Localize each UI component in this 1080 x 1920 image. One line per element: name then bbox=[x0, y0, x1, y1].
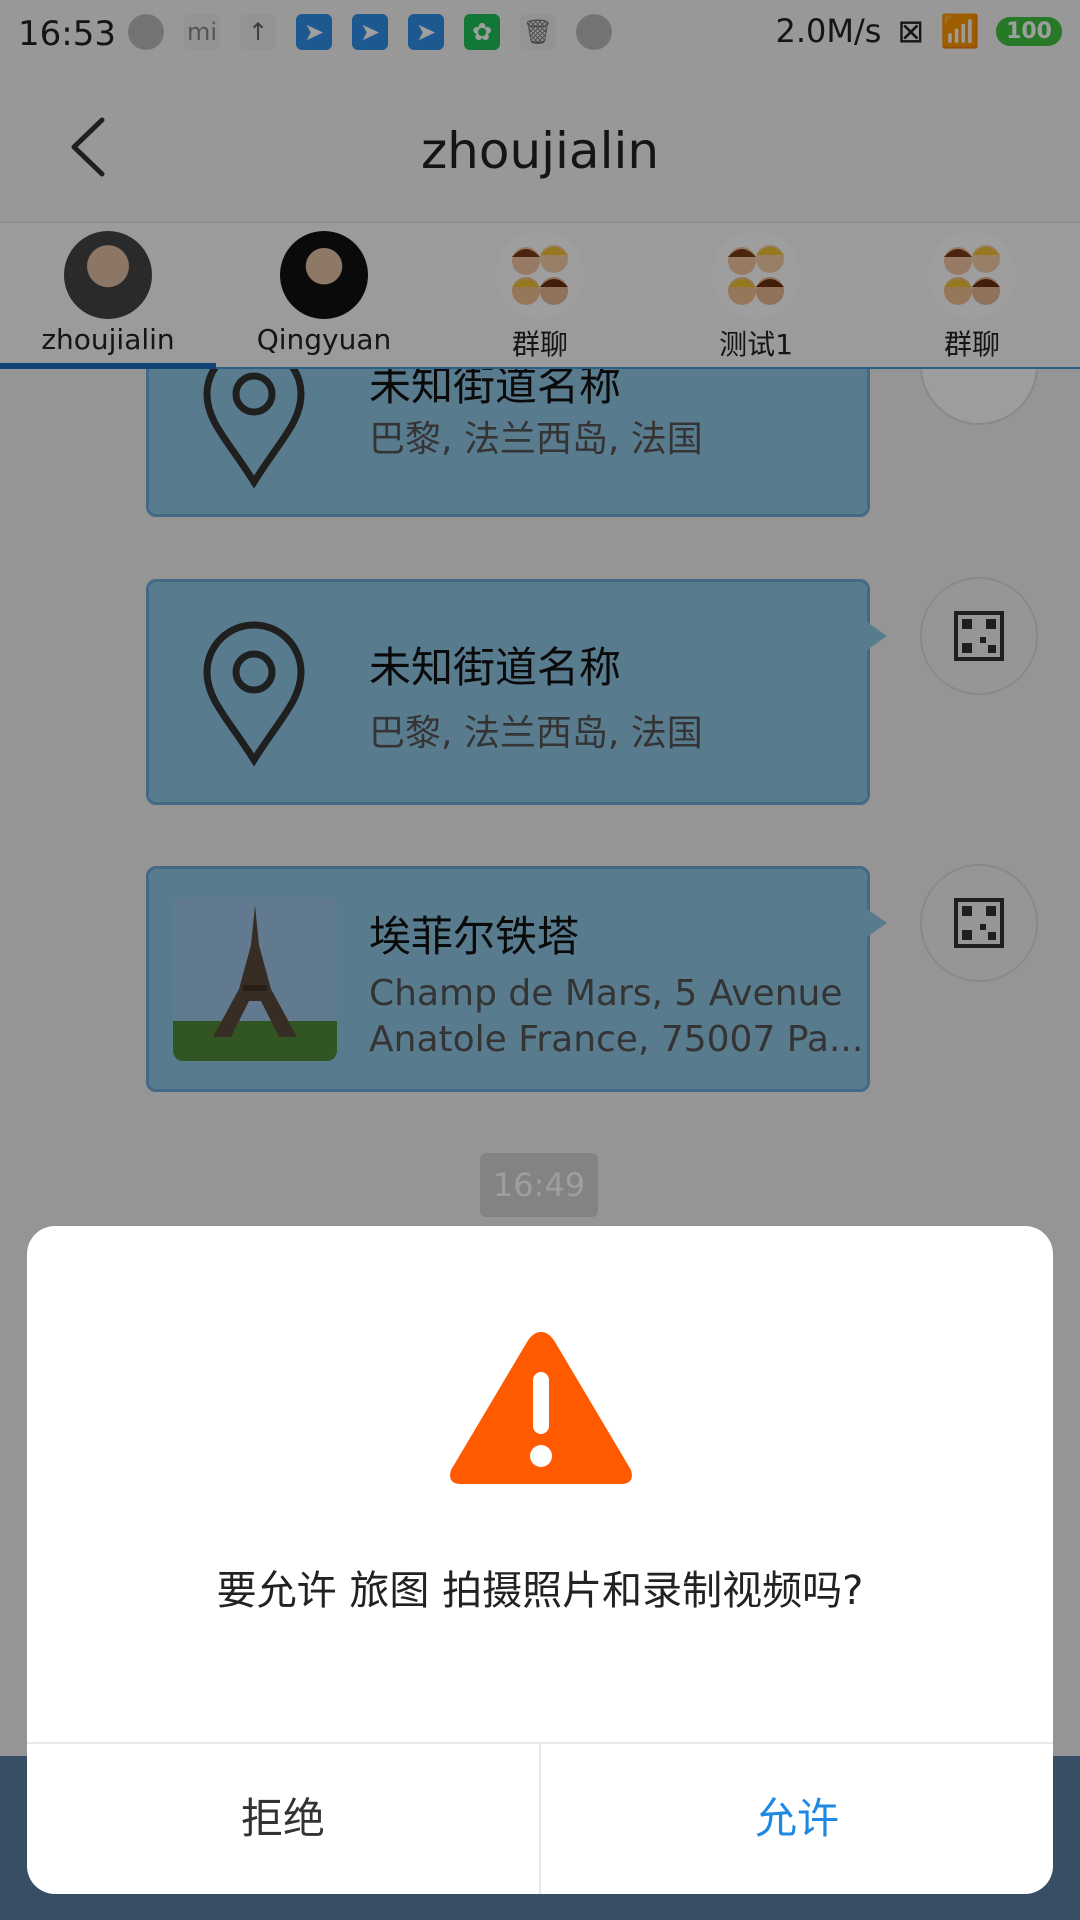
permission-dialog: 要允许 旅图 拍摄照片和录制视频吗? 拒绝 允许 bbox=[27, 1226, 1053, 1894]
deny-button[interactable]: 拒绝 bbox=[27, 1744, 539, 1894]
warning-icon bbox=[450, 1332, 632, 1484]
dialog-message: 要允许 旅图 拍摄照片和录制视频吗? bbox=[216, 1568, 864, 1614]
allow-button[interactable]: 允许 bbox=[541, 1744, 1053, 1894]
